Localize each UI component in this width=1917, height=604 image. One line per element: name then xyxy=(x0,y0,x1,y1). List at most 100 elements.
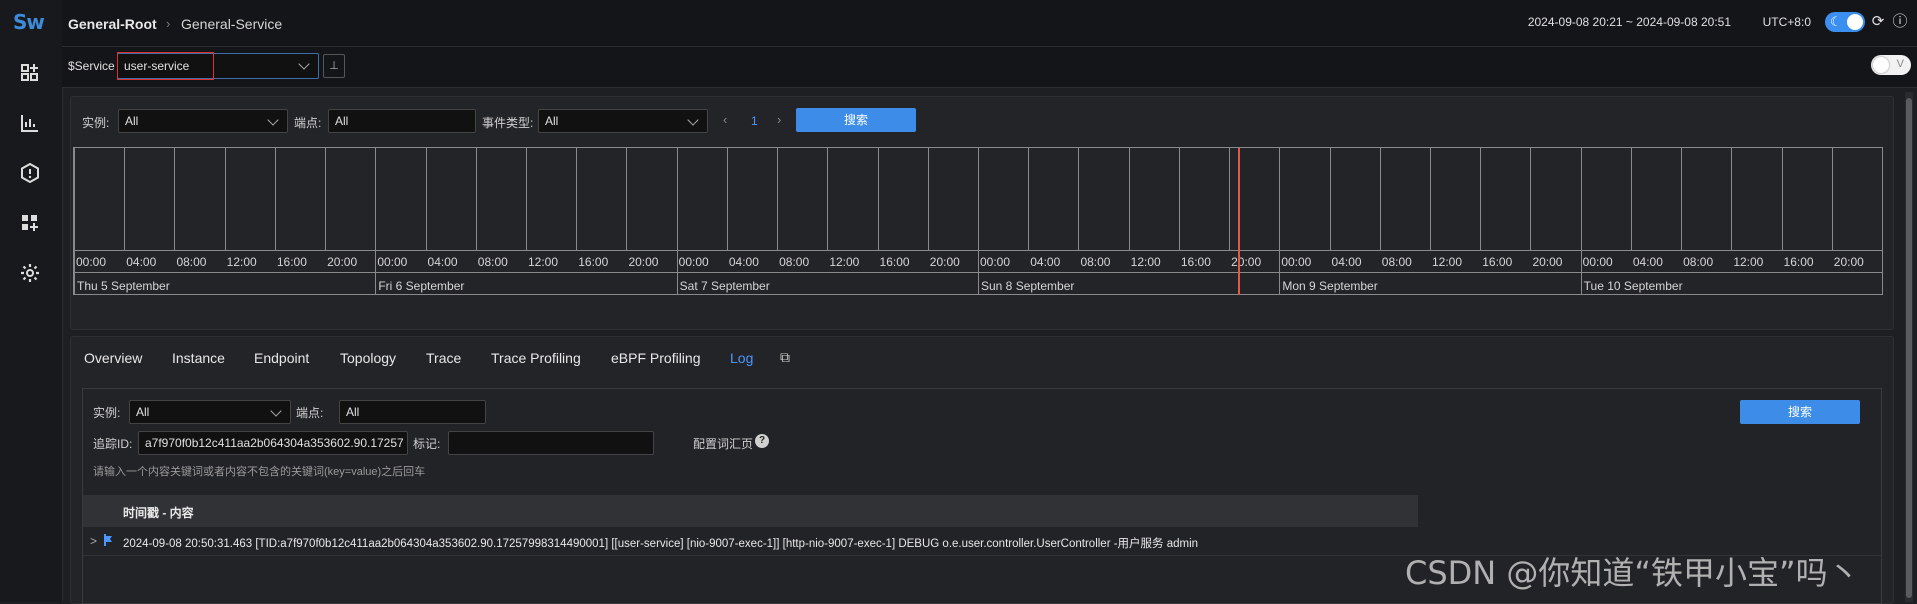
log-table-header: 时间戳 - 内容 xyxy=(83,495,1418,527)
timeline-tick-label: 00:00 xyxy=(678,255,709,269)
timeline-grid-line xyxy=(224,148,226,250)
instance-select[interactable]: All xyxy=(118,109,288,133)
timeline-grid-line xyxy=(676,148,678,250)
expand-chevron-icon[interactable]: > xyxy=(90,534,97,548)
tag-label: 标记: xyxy=(413,437,441,451)
timeline-grid-line xyxy=(827,148,829,250)
timeline-tick-label: 04:00 xyxy=(728,255,759,269)
timeline-grid-line xyxy=(1279,148,1281,250)
tab-topology[interactable]: Topology xyxy=(340,350,396,366)
timeline-tick-label: 20:00 xyxy=(929,255,960,269)
timeline-grid-line xyxy=(124,148,126,250)
timeline-day-label: Thu 5 September xyxy=(77,279,170,293)
tab-overview[interactable]: Overview xyxy=(84,350,142,366)
timeline-tick-label: 12:00 xyxy=(528,255,559,269)
tab-trace[interactable]: Trace xyxy=(426,350,461,366)
instance-label: 实例: xyxy=(82,116,110,130)
timeline-tick-label: 04:00 xyxy=(1030,255,1061,269)
timeline-day-separator xyxy=(1279,250,1281,295)
copy-icon[interactable]: ⧉ xyxy=(780,349,790,366)
timeline-tick-label: 00:00 xyxy=(377,255,408,269)
trace-link-icon[interactable] xyxy=(103,533,115,547)
search-hint: 请输入一个内容关键词或者内容不包含的关键词(key=value)之后回车 xyxy=(93,466,426,478)
help-icon[interactable]: ? xyxy=(755,434,769,448)
log-endpoint-input[interactable]: All xyxy=(339,400,486,424)
tab-trace-profiling[interactable]: Trace Profiling xyxy=(491,350,581,366)
timeline-day-label: Tue 10 September xyxy=(1583,279,1683,293)
timeline-tick-label: 00:00 xyxy=(76,255,107,269)
timeline-tick-label: 20:00 xyxy=(327,255,358,269)
service-bar: $Service user-service ⊥ V xyxy=(62,47,1917,88)
timeline-grid-line xyxy=(1530,148,1532,250)
timeline-tick-label: 20:00 xyxy=(1231,255,1262,269)
instance-select-value: All xyxy=(125,114,139,128)
timeline-grid-line xyxy=(1580,148,1582,250)
log-instance-select[interactable]: All xyxy=(129,400,291,424)
timeline-grid-line xyxy=(325,148,327,250)
keywords-config-label[interactable]: 配置词汇页 xyxy=(693,435,753,452)
scrollbar-thumb[interactable] xyxy=(1906,98,1912,598)
metrics-chart-icon[interactable] xyxy=(17,110,43,136)
info-icon[interactable]: ⓘ xyxy=(1891,13,1909,31)
events-search-button[interactable]: 搜索 xyxy=(796,108,916,132)
timeline-tick-label: 16:00 xyxy=(1180,255,1211,269)
refresh-icon[interactable]: ⟳ xyxy=(1869,13,1887,31)
widget-add-icon[interactable] xyxy=(17,210,43,236)
tab-endpoint[interactable]: Endpoint xyxy=(254,350,309,366)
timeline-tick-label: 16:00 xyxy=(1482,255,1513,269)
timeline-tick-label: 08:00 xyxy=(779,255,810,269)
timeline-grid-line xyxy=(1681,148,1683,250)
toggle-knob xyxy=(1873,57,1889,73)
chevron-down-icon xyxy=(687,114,699,126)
timeline-grid-line xyxy=(475,148,477,250)
timeline-tick-label: 00:00 xyxy=(1582,255,1613,269)
next-page-icon[interactable]: › xyxy=(777,112,781,127)
time-range[interactable]: 2024-09-08 20:21 ~ 2024-09-08 20:51 xyxy=(1528,15,1731,29)
theme-toggle[interactable]: ☾ xyxy=(1825,12,1865,32)
timeline-grid-line xyxy=(726,148,728,250)
tag-input[interactable] xyxy=(448,431,654,455)
event-type-select[interactable]: All xyxy=(538,109,708,133)
watermark: CSDN @你知道“铁甲小宝”吗丶 xyxy=(1405,554,1860,592)
log-endpoint-label: 端点: xyxy=(296,406,324,420)
log-search-button[interactable]: 搜索 xyxy=(1740,400,1860,424)
timeline-tick-label: 20:00 xyxy=(1532,255,1563,269)
log-instance-value: All xyxy=(136,405,150,419)
timeline-grid-line xyxy=(1430,148,1431,250)
timeline-grid-line xyxy=(927,148,929,250)
toggle-knob xyxy=(1847,14,1863,30)
timeline-day-separator xyxy=(676,250,678,295)
timeline-grid-line xyxy=(1078,148,1080,250)
event-timeline[interactable]: Thu 5 September 00:00 04:00 08:00 12:00 16:00… xyxy=(73,147,1883,295)
alert-shield-icon[interactable] xyxy=(17,160,43,186)
timeline-grid-line xyxy=(978,148,979,250)
sidebar: Sw xyxy=(0,0,63,602)
page-number[interactable]: 1 xyxy=(751,114,758,128)
timeline-grid-line xyxy=(626,148,628,250)
breadcrumb-service[interactable]: General-Service xyxy=(181,16,282,32)
timeline-grid-line xyxy=(1028,148,1030,250)
moon-icon: ☾ xyxy=(1830,14,1842,29)
breadcrumb-root[interactable]: General-Root xyxy=(68,16,157,32)
settings-gear-icon[interactable] xyxy=(17,260,43,286)
timeline-day-separator xyxy=(74,250,75,295)
page-scrollbar[interactable] xyxy=(1905,92,1913,602)
timeline-now-marker xyxy=(1237,148,1240,295)
view-toggle[interactable]: V xyxy=(1871,55,1911,75)
log-endpoint-value: All xyxy=(346,405,360,419)
trace-id-input[interactable]: a7f970f0b12c411aa2b064304a353602.90.1725… xyxy=(138,431,408,455)
endpoint-input[interactable]: All xyxy=(328,109,476,133)
log-row-text: 2024-09-08 20:50:31.463 [TID:a7f970f0b12… xyxy=(123,538,1199,550)
tab-ebpf-profiling[interactable]: eBPF Profiling xyxy=(611,350,700,366)
tab-log[interactable]: Log xyxy=(730,350,753,366)
timeline-tick-label: 04:00 xyxy=(126,255,157,269)
topology-tree-button[interactable]: ⊥ xyxy=(323,54,345,78)
breadcrumb-separator-icon: › xyxy=(166,16,171,31)
tab-instance[interactable]: Instance xyxy=(172,350,225,366)
timeline-tick-label: 08:00 xyxy=(1080,255,1111,269)
timeline-grid-line xyxy=(174,148,176,250)
dashboard-add-icon[interactable] xyxy=(17,60,43,86)
prev-page-icon[interactable]: ‹ xyxy=(723,112,727,127)
timeline-day-separator xyxy=(375,250,377,295)
highlight-box xyxy=(117,52,214,80)
